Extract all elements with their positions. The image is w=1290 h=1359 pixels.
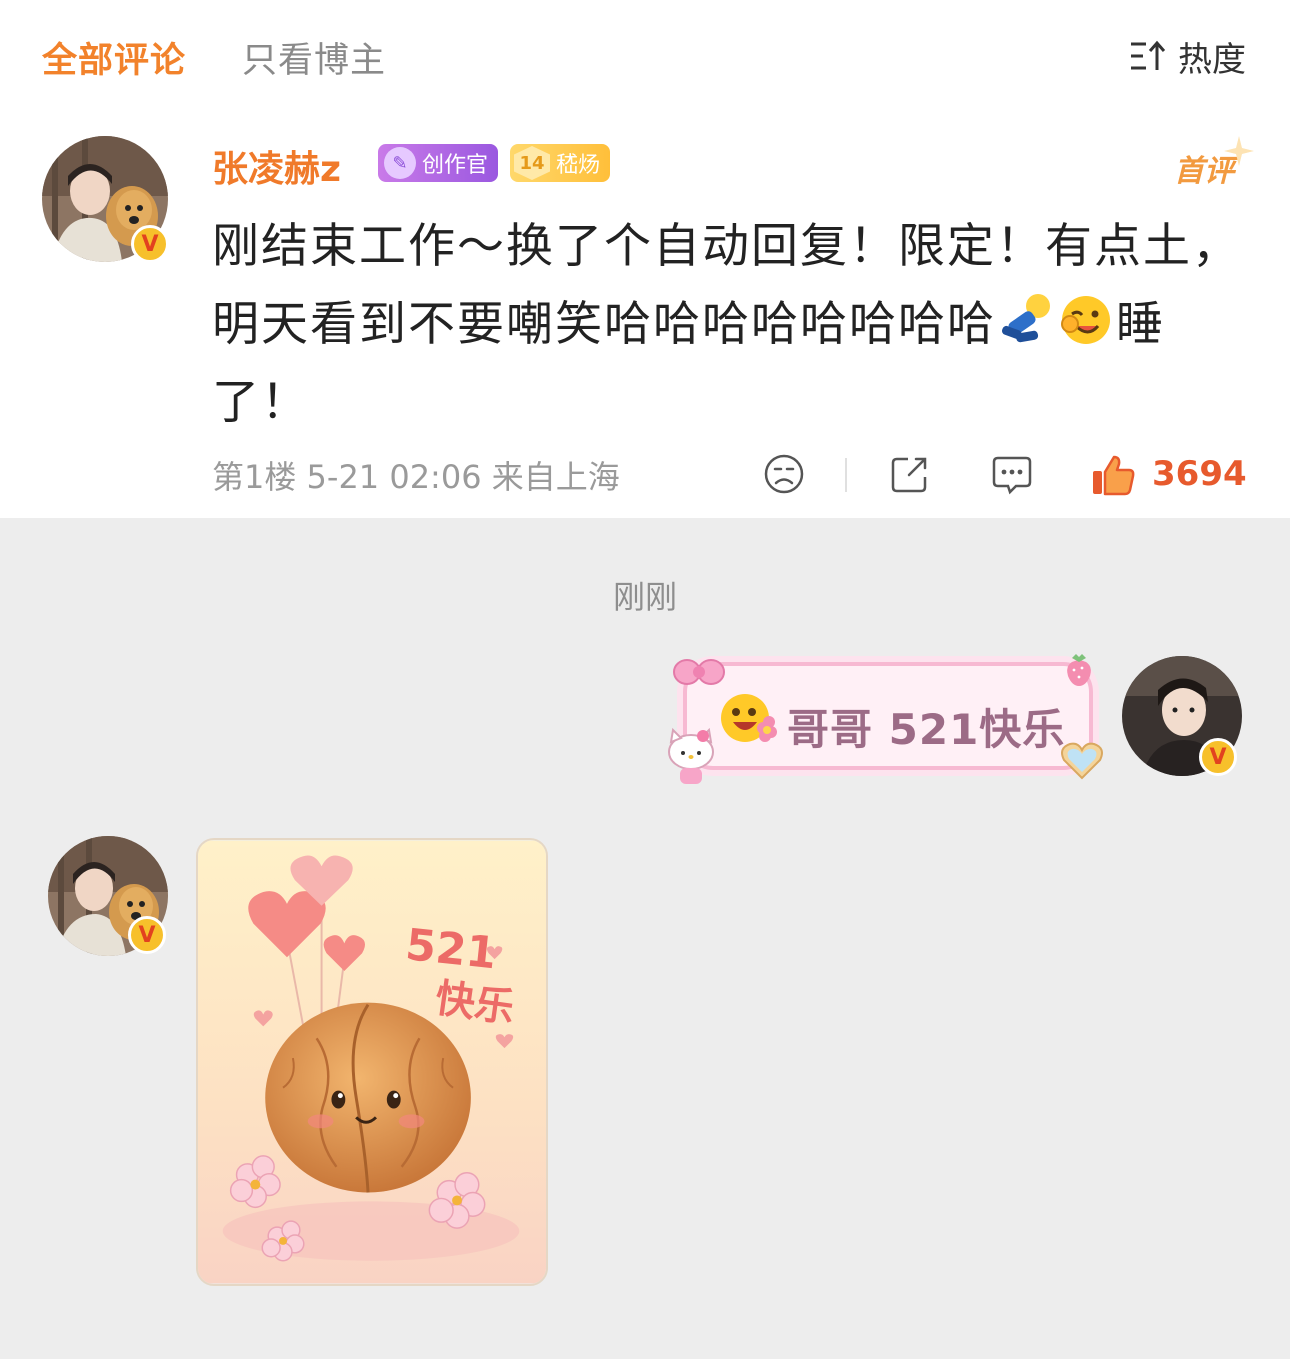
chat-time: 刚刚 xyxy=(612,578,677,616)
tab-host-only[interactable]: 只看博主 xyxy=(242,32,386,83)
first-comment-tag: 首评 xyxy=(1174,136,1254,190)
message-bubble[interactable]: 哥哥 521快乐 xyxy=(665,652,1110,784)
tab-all-comments[interactable]: 全部评论 xyxy=(42,32,186,83)
message-text: 哥哥 521快乐 xyxy=(787,705,1066,754)
like-count: 3694 xyxy=(1152,454,1247,494)
fan-level-icon: 14 xyxy=(514,146,550,180)
share-icon[interactable] xyxy=(888,452,932,496)
heart-cookie-icon xyxy=(1061,742,1103,780)
verified-badge-icon: V xyxy=(1199,738,1237,776)
sticker-text-521: 521 xyxy=(403,920,499,979)
bow-icon xyxy=(673,659,725,685)
sort-label: 热度 xyxy=(1178,39,1246,80)
creator-badge-icon: ✎ xyxy=(384,147,416,179)
strawberry-icon xyxy=(1067,654,1091,686)
flower-smile-emoji-icon xyxy=(721,694,777,742)
fan-badge-label: 嵇炀 xyxy=(556,153,601,178)
action-divider xyxy=(845,458,847,492)
like-icon[interactable] xyxy=(1090,452,1136,498)
walnut-sticker-image[interactable]: 521 快乐 xyxy=(196,838,548,1286)
comment-card: 全部评论 只看博主 热度 V 张凌赫z ✎ 创作官 14 嵇炀 首评 刚结束工作… xyxy=(0,0,1290,518)
sort-button[interactable]: 热度 xyxy=(1128,32,1246,80)
creator-badge[interactable]: ✎ 创作官 xyxy=(378,144,499,182)
fall-asleep-emoji-icon xyxy=(1002,294,1050,343)
dislike-icon[interactable] xyxy=(762,452,806,496)
sparkle-icon xyxy=(1224,136,1254,166)
comment-text: 刚结束工作～换了个自动回复！限定！有点土，明天看到不要嘲笑哈哈哈哈哈哈哈哈 睡了… xyxy=(212,208,1242,442)
sort-icon xyxy=(1131,40,1166,70)
verified-badge-icon: V xyxy=(128,916,166,954)
creator-badge-label: 创作官 xyxy=(422,153,489,178)
wink-emoji-icon xyxy=(1061,296,1110,344)
fan-badge[interactable]: 14 嵇炀 xyxy=(510,144,611,182)
comment-meta: 第1楼 5-21 02:06 来自上海 xyxy=(212,458,620,496)
comment-tabs: 全部评论 只看博主 热度 xyxy=(0,0,1290,110)
hello-kitty-icon xyxy=(668,727,714,784)
username[interactable]: 张凌赫z xyxy=(212,140,341,192)
verified-badge-icon: V xyxy=(131,225,169,263)
reply-icon[interactable] xyxy=(990,452,1034,496)
